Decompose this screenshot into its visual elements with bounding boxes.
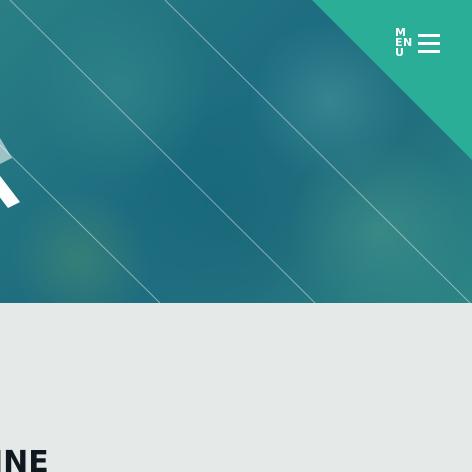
page: MENU INE xyxy=(0,0,472,472)
hamburger-icon xyxy=(418,33,440,53)
hero-banner: MENU xyxy=(0,0,472,303)
menu-button[interactable]: MENU xyxy=(395,26,440,59)
menu-label: MENU xyxy=(395,26,413,59)
content-section: INE xyxy=(0,303,472,472)
x-logo-mark-icon xyxy=(0,138,20,208)
section-heading: INE xyxy=(0,445,49,472)
